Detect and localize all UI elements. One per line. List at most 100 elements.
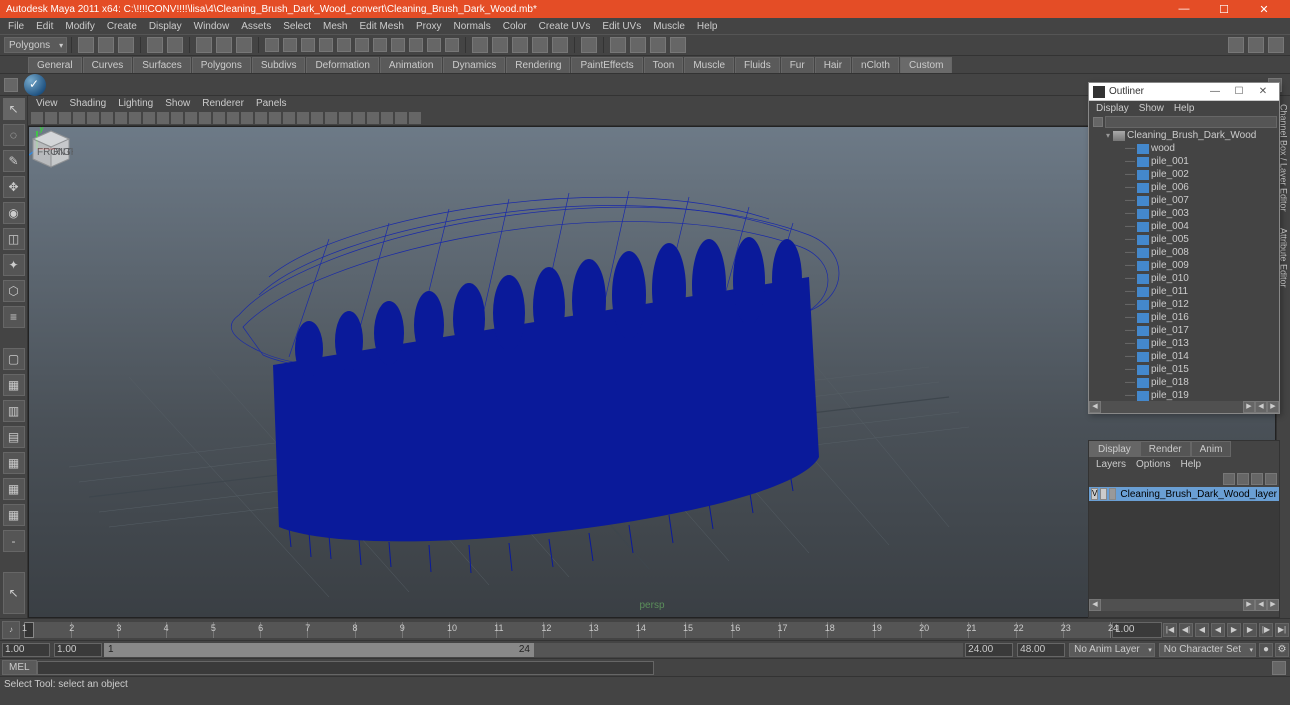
- snap-curve-icon[interactable]: [492, 37, 508, 53]
- view-toolbar-icon[interactable]: [129, 112, 141, 124]
- shelf-tab-painteffects[interactable]: PaintEffects: [571, 57, 642, 73]
- view-toolbar-icon[interactable]: [409, 112, 421, 124]
- view-toolbar-icon[interactable]: [283, 112, 295, 124]
- render-settings-icon[interactable]: [650, 37, 666, 53]
- view-menu-view[interactable]: View: [30, 98, 64, 109]
- menu-display[interactable]: Display: [143, 21, 188, 32]
- menu-proxy[interactable]: Proxy: [410, 21, 448, 32]
- outliner-menu-show[interactable]: Show: [1134, 103, 1169, 114]
- select-object-icon[interactable]: [216, 37, 232, 53]
- view-menu-show[interactable]: Show: [159, 98, 196, 109]
- view-toolbar-icon[interactable]: [101, 112, 113, 124]
- hypershade-icon[interactable]: ▦: [3, 504, 25, 526]
- range-end-outer[interactable]: 48.00: [1017, 643, 1065, 657]
- timeline-sound-icon[interactable]: ♪: [2, 621, 20, 639]
- view-toolbar-icon[interactable]: [395, 112, 407, 124]
- four-pane-icon[interactable]: ▦: [3, 374, 25, 396]
- new-scene-icon[interactable]: [78, 37, 94, 53]
- menu-file[interactable]: File: [2, 21, 30, 32]
- layer-menu-help[interactable]: Help: [1175, 459, 1206, 470]
- menu-assets[interactable]: Assets: [235, 21, 277, 32]
- shelf-tab-polygons[interactable]: Polygons: [192, 57, 251, 73]
- play-button[interactable]: ▶: [1227, 623, 1241, 637]
- view-toolbar-icon[interactable]: [171, 112, 183, 124]
- gotoend-button[interactable]: ▶|: [1275, 623, 1289, 637]
- view-toolbar-icon[interactable]: [227, 112, 239, 124]
- shelf-tab-custom[interactable]: Custom: [900, 57, 952, 73]
- layer-tab-render[interactable]: Render: [1140, 441, 1191, 457]
- script-lang-toggle[interactable]: MEL: [2, 660, 37, 675]
- gotostart-button[interactable]: |◀: [1163, 623, 1177, 637]
- outliner-item[interactable]: —pile_011: [1089, 285, 1279, 298]
- shelf-tab-dynamics[interactable]: Dynamics: [443, 57, 505, 73]
- attribute-editor-tab[interactable]: Attribute Editor: [1279, 222, 1289, 294]
- outliner-hscroll[interactable]: ◀▶◀▶: [1089, 401, 1279, 413]
- menu-edit-uvs[interactable]: Edit UVs: [596, 21, 647, 32]
- undo-icon[interactable]: [147, 37, 163, 53]
- mask-icon[interactable]: [283, 38, 297, 52]
- view-toolbar-icon[interactable]: [199, 112, 211, 124]
- outliner-menu-display[interactable]: Display: [1091, 103, 1134, 114]
- move-tool-icon[interactable]: ✥: [3, 176, 25, 198]
- layer-move-down-icon[interactable]: [1237, 473, 1249, 485]
- view-toolbar-icon[interactable]: [241, 112, 253, 124]
- view-toolbar-icon[interactable]: [143, 112, 155, 124]
- menu-create-uvs[interactable]: Create UVs: [533, 21, 597, 32]
- show-manip-tool-icon[interactable]: ≡: [3, 306, 25, 328]
- layer-color-swatch[interactable]: [1109, 488, 1116, 500]
- menu-color[interactable]: Color: [497, 21, 533, 32]
- outliner-item[interactable]: —pile_004: [1089, 220, 1279, 233]
- render-icon[interactable]: [610, 37, 626, 53]
- time-slider-track[interactable]: 123456789101112131415161718192021222324: [24, 622, 1110, 638]
- shelf-tab-fur[interactable]: Fur: [781, 57, 814, 73]
- view-toolbar-icon[interactable]: [45, 112, 57, 124]
- outliner-item[interactable]: —wood: [1089, 142, 1279, 155]
- view-toolbar-icon[interactable]: [73, 112, 85, 124]
- outliner-item[interactable]: —pile_001: [1089, 155, 1279, 168]
- view-toolbar-icon[interactable]: [115, 112, 127, 124]
- view-toolbar-icon[interactable]: [325, 112, 337, 124]
- universal-manip-icon[interactable]: ✦: [3, 254, 25, 276]
- menu-muscle[interactable]: Muscle: [647, 21, 691, 32]
- select-hierarchy-icon[interactable]: [196, 37, 212, 53]
- soft-mod-tool-icon[interactable]: ⬡: [3, 280, 25, 302]
- menu-set-combo[interactable]: Polygons: [4, 37, 67, 53]
- shelf-custom-icon[interactable]: [24, 74, 46, 96]
- mask-icon[interactable]: [265, 38, 279, 52]
- outliner-item[interactable]: —pile_015: [1089, 363, 1279, 376]
- shelf-menu-icon[interactable]: [4, 78, 18, 92]
- view-toolbar-icon[interactable]: [367, 112, 379, 124]
- view-toolbar-icon[interactable]: [311, 112, 323, 124]
- outliner-item[interactable]: —pile_009: [1089, 259, 1279, 272]
- two-pane-stack-icon[interactable]: ▤: [3, 426, 25, 448]
- close-button[interactable]: ✕: [1244, 3, 1284, 16]
- outliner-item[interactable]: —pile_013: [1089, 337, 1279, 350]
- outliner-item[interactable]: —pile_012: [1089, 298, 1279, 311]
- layer-new-selected-icon[interactable]: [1265, 473, 1277, 485]
- outliner-filter-input[interactable]: [1105, 116, 1277, 128]
- mask-icon[interactable]: [373, 38, 387, 52]
- stepfwd-button[interactable]: |▶: [1259, 623, 1273, 637]
- layer-menu-options[interactable]: Options: [1131, 459, 1175, 470]
- view-toolbar-icon[interactable]: [339, 112, 351, 124]
- maximize-button[interactable]: ☐: [1204, 3, 1244, 16]
- script-editor-icon[interactable]: [1272, 661, 1286, 675]
- range-slider[interactable]: 1.00 1.00 1 24 24.00 48.00 No Anim Layer…: [0, 640, 1290, 658]
- range-box[interactable]: 1 24: [104, 643, 534, 657]
- menu-mesh[interactable]: Mesh: [317, 21, 353, 32]
- panel-layout-icon[interactable]: [1268, 37, 1284, 53]
- shelf-tab-deformation[interactable]: Deformation: [306, 57, 378, 73]
- shelf-tab-muscle[interactable]: Muscle: [684, 57, 734, 73]
- view-menu-renderer[interactable]: Renderer: [196, 98, 250, 109]
- paint-select-tool-icon[interactable]: ✎: [3, 150, 25, 172]
- scale-tool-icon[interactable]: ◫: [3, 228, 25, 250]
- view-toolbar-icon[interactable]: [381, 112, 393, 124]
- view-menu-shading[interactable]: Shading: [64, 98, 113, 109]
- view-toolbar-icon[interactable]: [59, 112, 71, 124]
- shelf-tab-animation[interactable]: Animation: [380, 57, 442, 73]
- ipr-render-icon[interactable]: [630, 37, 646, 53]
- persp-outliner-icon[interactable]: ▦: [3, 452, 25, 474]
- view-menu-lighting[interactable]: Lighting: [112, 98, 159, 109]
- view-toolbar-icon[interactable]: [269, 112, 281, 124]
- outliner-item[interactable]: —pile_010: [1089, 272, 1279, 285]
